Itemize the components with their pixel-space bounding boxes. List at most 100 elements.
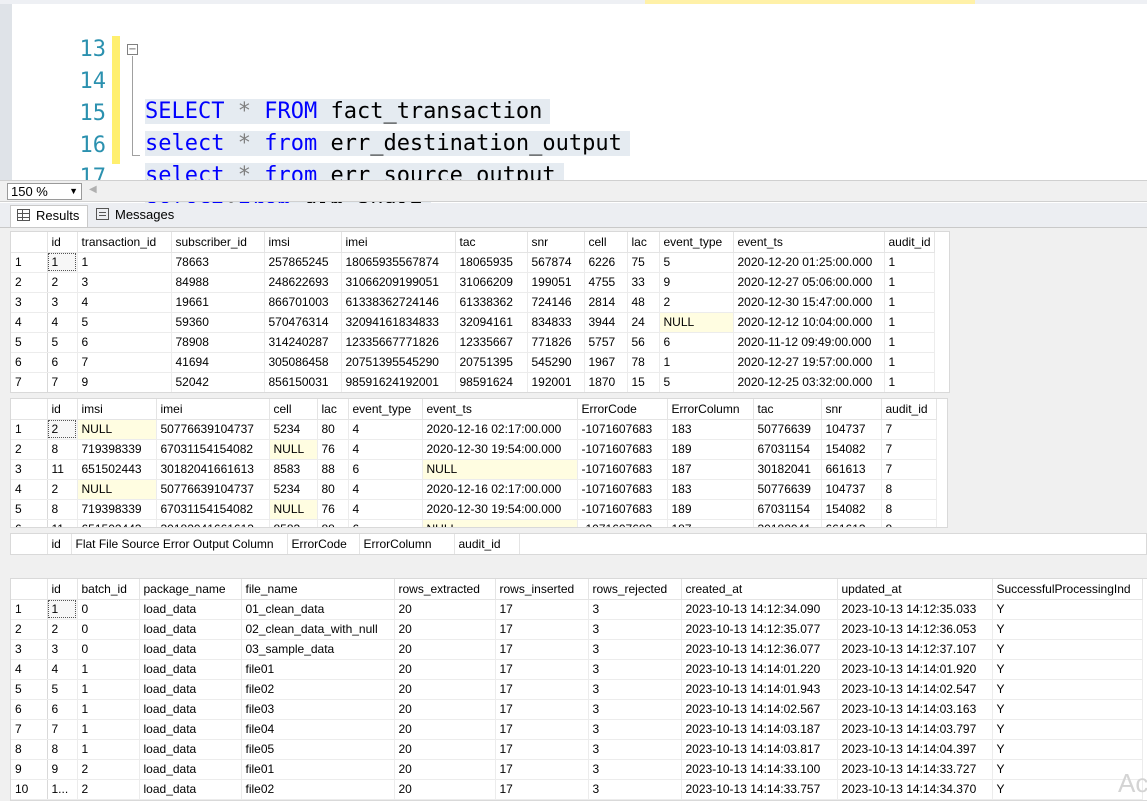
table-cell[interactable]: 3 [588, 679, 682, 700]
tab-results[interactable]: Results [10, 205, 88, 227]
table-cell[interactable]: 7 [881, 459, 937, 480]
table-cell[interactable]: 8583 [269, 519, 318, 527]
row-number[interactable]: 2 [11, 272, 48, 293]
table-cell[interactable]: 2814 [584, 292, 628, 313]
table-cell[interactable]: 1 [884, 252, 935, 273]
table-cell[interactable]: Y [992, 639, 1143, 660]
table-cell[interactable]: 20 [394, 659, 496, 680]
table-cell[interactable]: 2023-10-13 14:14:33.727 [837, 759, 993, 780]
column-header[interactable]: audit_id [884, 232, 935, 253]
table-cell[interactable]: load_data [139, 639, 242, 660]
row-number[interactable]: 5 [11, 332, 48, 353]
table-cell[interactable]: 01_clean_data [241, 599, 395, 620]
table-cell[interactable]: 199051 [527, 272, 585, 293]
table-cell[interactable]: -1071607683 [577, 499, 668, 520]
row-number[interactable]: 3 [11, 292, 48, 313]
column-header[interactable]: snr [821, 399, 882, 420]
column-header[interactable]: transaction_id [77, 232, 172, 253]
row-number[interactable]: 4 [11, 659, 48, 680]
row-number[interactable]: 1 [11, 599, 48, 620]
table-cell[interactable]: 17 [495, 679, 589, 700]
column-header[interactable]: created_at [681, 579, 838, 600]
table-cell[interactable]: 18065935 [455, 252, 528, 273]
table-cell[interactable]: 3 [588, 719, 682, 740]
table-cell[interactable]: 8 [47, 439, 78, 460]
table-cell[interactable]: 2023-10-13 14:14:02.567 [681, 699, 838, 720]
table-cell[interactable]: 1870 [584, 372, 628, 392]
column-header[interactable]: lac [317, 399, 349, 420]
table-cell[interactable]: 4755 [584, 272, 628, 293]
table-cell[interactable]: load_data [139, 599, 242, 620]
table-cell[interactable]: 187 [667, 519, 754, 527]
table-cell[interactable]: 771826 [527, 332, 585, 353]
table-cell[interactable]: 2 [77, 759, 140, 780]
code-line-17[interactable]: 17 select*from dim_audit [40, 133, 740, 220]
table-cell[interactable]: NULL [269, 499, 318, 520]
table-cell[interactable]: load_data [139, 659, 242, 680]
table-cell[interactable]: 6 [348, 519, 423, 527]
row-number[interactable]: 9 [11, 759, 48, 780]
table-cell[interactable]: 30182041 [753, 459, 822, 480]
table-cell[interactable]: 61338362 [455, 292, 528, 313]
column-header[interactable]: event_ts [422, 399, 578, 420]
table-cell[interactable]: 41694 [171, 352, 265, 373]
table-cell[interactable]: 8583 [269, 459, 318, 480]
table-cell[interactable]: 7 [47, 372, 78, 392]
table-row[interactable]: 6 6 1 load_data file03 20 17 3 2023-10-13 14:14:… [11, 699, 1143, 720]
table-cell[interactable]: 98591624 [455, 372, 528, 392]
row-header-corner[interactable] [11, 534, 48, 554]
table-cell[interactable]: 1 [77, 679, 140, 700]
table-cell[interactable]: 11 [47, 519, 78, 527]
table-cell[interactable]: load_data [139, 699, 242, 720]
table-cell[interactable]: 2020-12-16 02:17:00.000 [422, 419, 578, 440]
table-cell[interactable]: 1 [659, 352, 734, 373]
column-header[interactable]: imei [341, 232, 456, 253]
table-cell[interactable]: 4 [348, 439, 423, 460]
table-cell[interactable]: 154082 [821, 499, 882, 520]
column-header[interactable]: audit_id [454, 534, 520, 554]
table-cell[interactable]: 189 [667, 439, 754, 460]
table-cell[interactable]: 4 [348, 479, 423, 500]
table-row[interactable]: 5 5 1 load_data file02 20 17 3 2023-10-13 14:14:… [11, 679, 1143, 700]
table-cell[interactable]: 1 [884, 272, 935, 293]
table-cell[interactable]: Y [992, 739, 1143, 760]
column-header[interactable]: SuccessfulProcessingInd [992, 579, 1143, 600]
table-cell[interactable]: 2020-12-12 10:04:00.000 [733, 312, 885, 333]
column-header[interactable]: package_name [139, 579, 242, 600]
table-cell[interactable]: 2 [47, 419, 78, 440]
table-row[interactable]: 8 8 1 load_data file05 20 17 3 2023-10-13 14:14:… [11, 739, 1143, 760]
table-cell[interactable]: 48 [627, 292, 660, 313]
table-cell[interactable]: 31066209 [455, 272, 528, 293]
table-cell[interactable]: 17 [495, 639, 589, 660]
column-header[interactable]: Flat File Source Error Output Column [71, 534, 288, 554]
table-cell[interactable]: -1071607683 [577, 519, 668, 527]
table-cell[interactable]: 12335667771826 [341, 332, 456, 353]
table-row[interactable]: 3 3 0 load_data 03_sample_data 20 17 3 2023-10-1… [11, 639, 1143, 660]
table-cell[interactable]: 84988 [171, 272, 265, 293]
table-cell[interactable]: 17 [495, 659, 589, 680]
table-cell[interactable]: file03 [241, 699, 395, 720]
table-cell[interactable]: 5 [659, 372, 734, 392]
result-grid-fact-transaction[interactable]: id transaction_id subscriber_id imsi imei tac… [10, 231, 950, 393]
column-header[interactable]: id [47, 534, 72, 554]
table-cell[interactable]: 661613 [821, 459, 882, 480]
table-cell[interactable]: 6 [659, 332, 734, 353]
table-cell[interactable]: 1 [884, 352, 935, 373]
row-number[interactable]: 4 [11, 479, 48, 500]
table-cell[interactable]: 1967 [584, 352, 628, 373]
table-cell[interactable]: 1 [884, 312, 935, 333]
table-cell[interactable]: 2023-10-13 14:14:01.920 [837, 659, 993, 680]
table-cell[interactable]: 719398339 [77, 439, 157, 460]
table-cell[interactable]: file01 [241, 659, 395, 680]
table-cell[interactable]: 88 [317, 519, 349, 527]
table-cell[interactable]: load_data [139, 779, 242, 800]
table-cell[interactable]: 98591624192001 [341, 372, 456, 392]
column-header[interactable]: cell [269, 399, 318, 420]
table-row[interactable]: 7 7 1 load_data file04 20 17 3 2023-10-13 14:14:… [11, 719, 1143, 740]
table-cell[interactable]: 2023-10-13 14:12:35.033 [837, 599, 993, 620]
column-header[interactable]: id [47, 232, 78, 253]
table-cell[interactable]: 8 [881, 519, 937, 527]
table-cell[interactable]: 75 [627, 252, 660, 273]
result-grid-err-source-output[interactable]: id Flat File Source Error Output Column Er… [10, 533, 1147, 555]
table-cell[interactable]: load_data [139, 759, 242, 780]
